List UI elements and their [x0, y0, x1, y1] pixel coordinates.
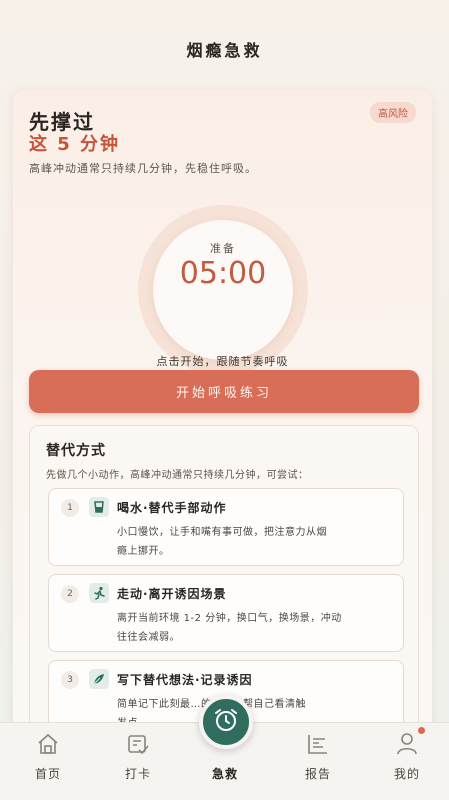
app-header: 烟瘾急救 [0, 0, 449, 90]
alarm-clock-icon [212, 706, 240, 738]
tab-home[interactable]: 首页 [13, 723, 83, 800]
desc-line: 离开当前环境 1-2 分钟，换口气，换场景，冲动 [117, 613, 342, 624]
profile-icon [394, 731, 420, 757]
item-title: 走动·离开诱因场景 [117, 587, 227, 601]
timer-label: 准备 [210, 242, 236, 255]
tab-label: 首页 [34, 767, 61, 781]
tab-label: 急救 [211, 767, 238, 781]
desc-line: 小口慢饮，让手和嘴有事可做，把注意力从烟 [117, 527, 327, 538]
home-icon [35, 731, 61, 757]
cup-icon [89, 497, 109, 517]
alternatives-subtitle: 先做几个小动作，高峰冲动通常只持续几分钟，可尝试： [46, 470, 309, 481]
checkin-icon [125, 731, 151, 757]
emergency-card: 高风险 先撑过 这 5 分钟 高峰冲动通常只持续几分钟，先稳住呼吸。 准备 05… [13, 90, 432, 750]
start-hint: 点击开始，跟随节奏呼吸 [156, 355, 289, 368]
desc-line: 瘾上挪开。 [117, 546, 170, 557]
start-breathing-button[interactable]: 开始呼吸练习 [29, 370, 419, 413]
tab-label: 报告 [304, 767, 331, 781]
item-description: 小口慢饮，让手和嘴有事可做，把注意力从烟 瘾上挪开。 [117, 523, 392, 561]
tab-report[interactable]: 报告 [283, 723, 353, 800]
item-title: 写下替代想法·记录诱因 [117, 673, 253, 687]
emergency-fab-button[interactable] [199, 695, 253, 749]
running-person-icon [89, 583, 109, 603]
timer-value: 05:00 [179, 256, 267, 291]
alternatives-title: 替代方式 [46, 443, 106, 459]
tab-profile[interactable]: 我的 [372, 723, 442, 800]
desc-line: 简单记下此刻最…的原因，帮自己看清触 [117, 695, 392, 714]
alternative-item-drink-water[interactable]: 1 喝水·替代手部动作 小口慢饮，让手和嘴有事可做，把注意力从烟 瘾上挪开。 [48, 488, 404, 566]
leaf-pen-icon [89, 669, 109, 689]
item-title: 喝水·替代手部动作 [117, 501, 227, 515]
risk-badge: 高风险 [370, 102, 416, 123]
item-number: 3 [61, 671, 79, 689]
desc-line: 往往会减弱。 [117, 632, 180, 643]
tab-label: 打卡 [124, 767, 151, 781]
item-number: 2 [61, 585, 79, 603]
item-number: 1 [61, 499, 79, 517]
headline-line2: 这 5 分钟 [29, 134, 121, 155]
tab-checkin[interactable]: 打卡 [103, 723, 173, 800]
page-title: 烟瘾急救 [186, 41, 263, 60]
tab-label: 我的 [393, 767, 420, 781]
item-description: 离开当前环境 1-2 分钟，换口气，换场景，冲动 往往会减弱。 [117, 609, 392, 647]
alternative-item-walk[interactable]: 2 走动·离开诱因场景 离开当前环境 1-2 分钟，换口气，换场景，冲动 往往会… [48, 574, 404, 652]
notification-dot [418, 727, 425, 734]
hero-subtitle: 高峰冲动通常只持续几分钟，先稳住呼吸。 [29, 162, 257, 175]
report-chart-icon [305, 731, 331, 757]
